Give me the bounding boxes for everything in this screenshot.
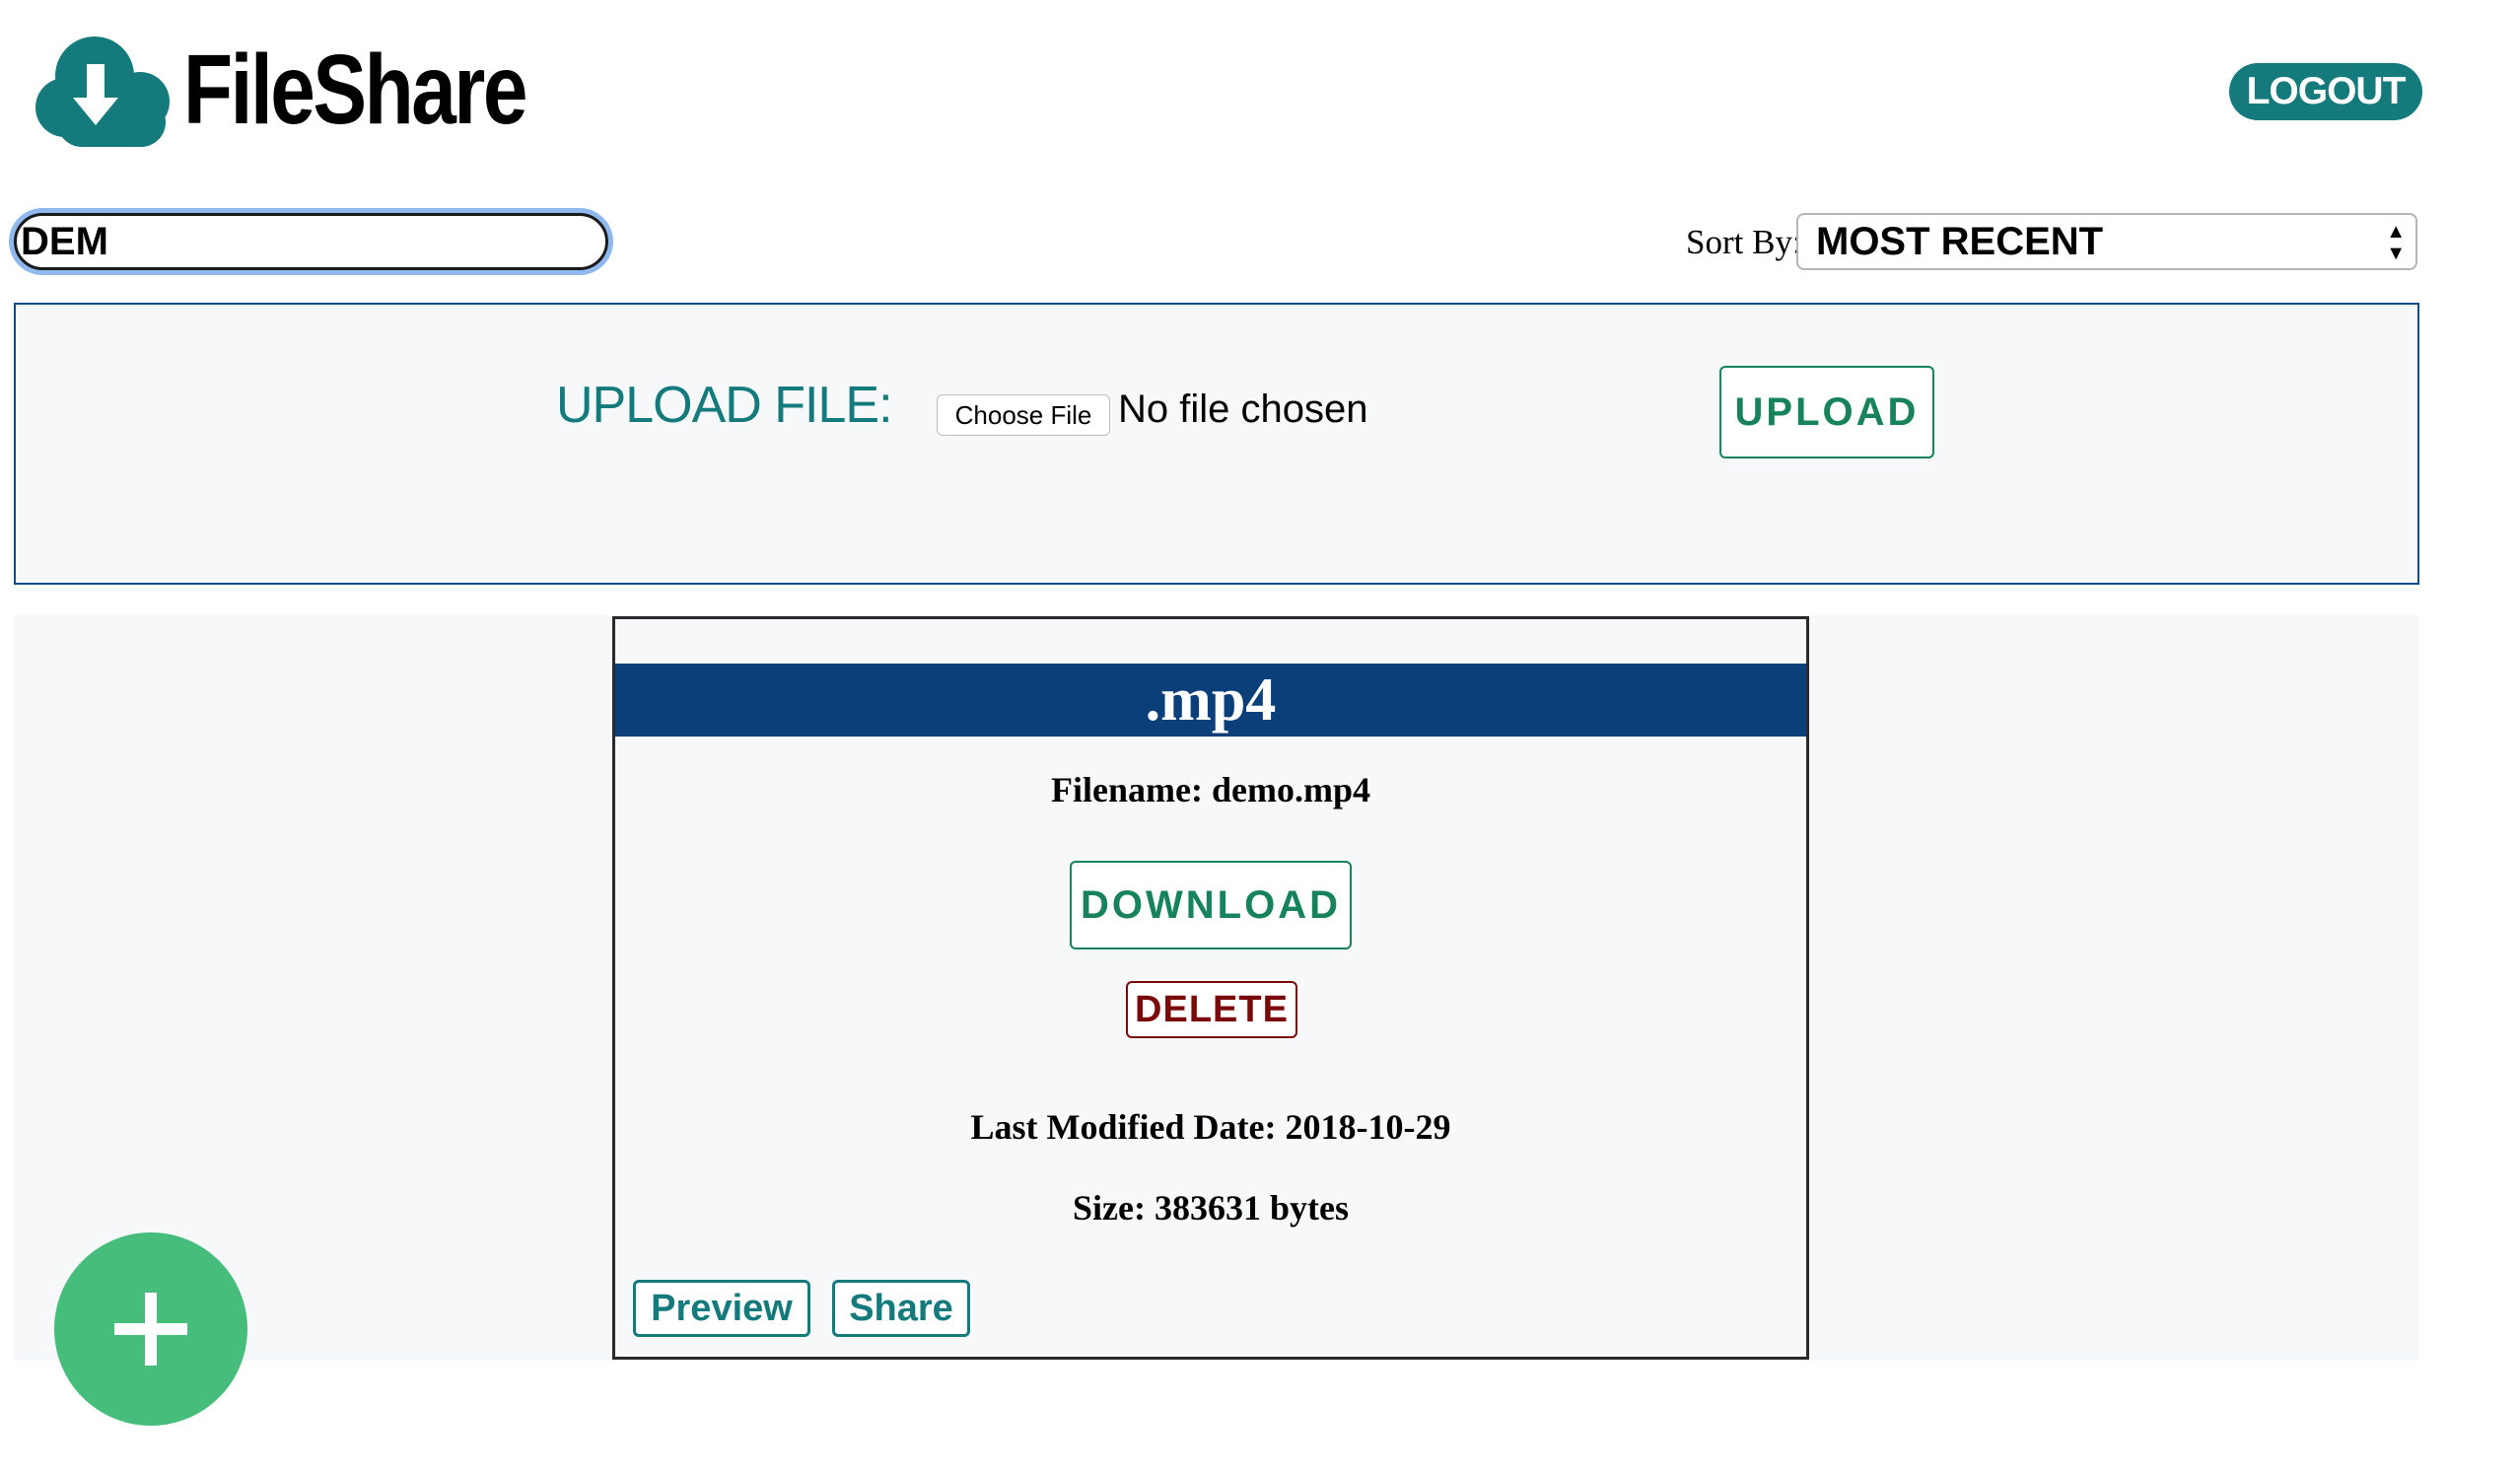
sort-label: Sort By: [1686,223,1802,261]
file-extension-header: .mp4 [615,664,1806,737]
updown-arrows-icon: ▲ ▼ [2386,221,2406,264]
upload-panel: UPLOAD FILE: Choose File No file chosen … [14,303,2419,585]
cloud-download-icon [35,36,170,147]
delete-button[interactable]: DELETE [1126,981,1297,1038]
file-card: .mp4 Filename: demo.mp4 DOWNLOAD DELETE … [612,616,1809,1360]
sort-select[interactable]: MOST RECENT ▲ ▼ [1796,213,2417,270]
add-file-fab-button[interactable] [54,1232,247,1426]
sort-selected-value: MOST RECENT [1816,219,2104,263]
last-modified-text: Last Modified Date: 2018-10-29 [970,1107,1451,1147]
choose-file-button[interactable]: Choose File [937,394,1110,436]
logout-button[interactable]: LOGOUT [2229,63,2422,120]
file-size-text: Size: 383631 bytes [1073,1188,1349,1228]
preview-button[interactable]: Preview [633,1280,810,1337]
share-button[interactable]: Share [832,1280,970,1337]
app-title: FileShare [183,34,527,145]
no-file-chosen-text: No file chosen [1118,387,1368,431]
upload-button[interactable]: UPLOAD [1719,366,1934,458]
download-button[interactable]: DOWNLOAD [1070,861,1352,949]
search-input[interactable] [14,213,608,270]
filename-text: Filename: demo.mp4 [1051,770,1370,809]
plus-icon [114,1293,187,1366]
app-logo: FileShare [34,26,600,154]
upload-label: UPLOAD FILE: [556,377,893,434]
